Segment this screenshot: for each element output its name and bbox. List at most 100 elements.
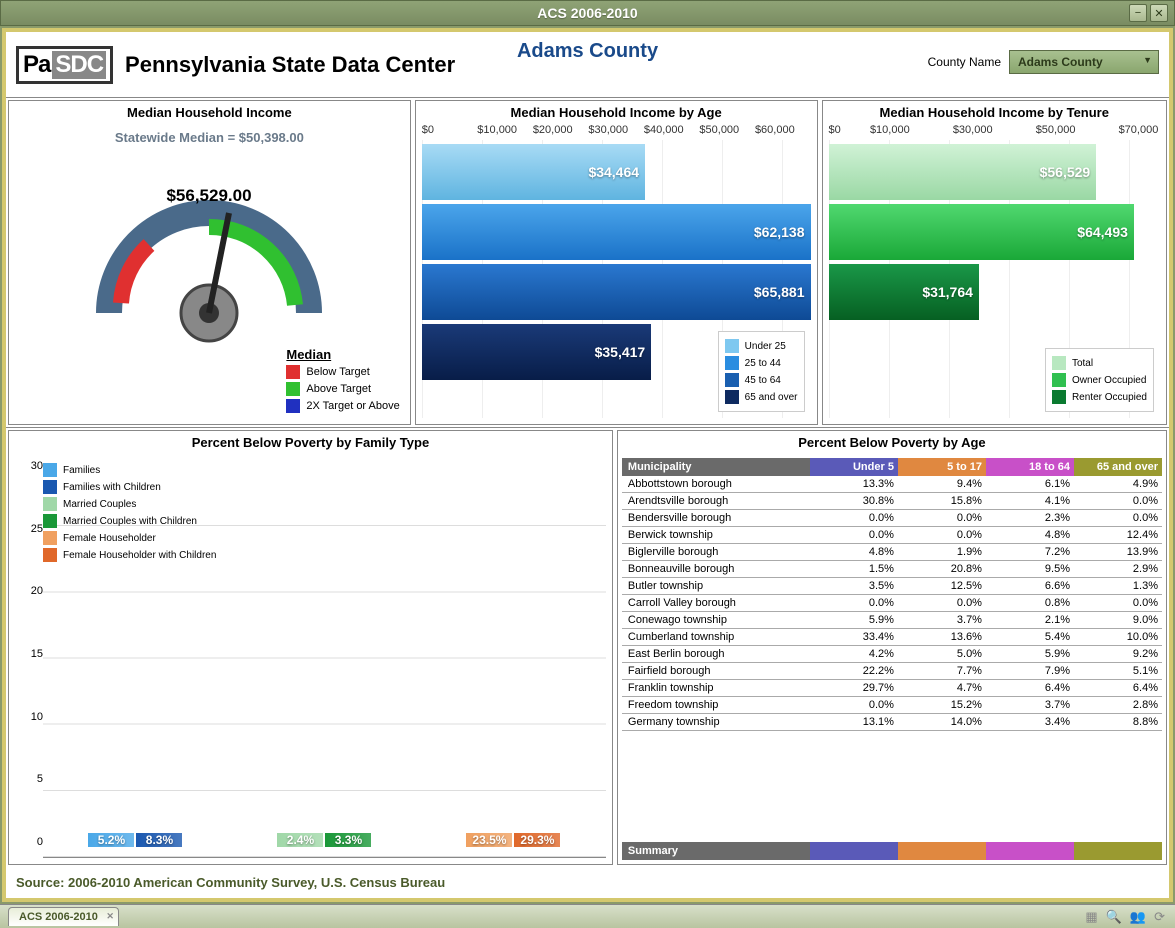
value-cell: 0.0% (810, 697, 898, 713)
legend-swatch (43, 514, 57, 528)
vbar-group: 23.5%29.3% (429, 833, 598, 847)
hbar-fill: $34,464 (422, 144, 645, 200)
age-chart-legend: Under 2525 to 4445 to 6465 and over (718, 331, 805, 412)
legend-label: Families with Children (63, 482, 161, 493)
table-row[interactable]: Germany township13.1%14.0%3.4%8.8% (622, 714, 1162, 731)
muni-cell: Bendersville borough (622, 510, 810, 526)
tick-label: $0 (422, 124, 478, 136)
hbar-fill: $62,138 (422, 204, 811, 260)
value-cell: 3.5% (810, 578, 898, 594)
table-header-cell[interactable]: 65 and over (1074, 458, 1162, 476)
legend-item: 2X Target or Above (286, 399, 399, 413)
legend-item: 25 to 44 (725, 356, 798, 370)
footer-tab[interactable]: ACS 2006-2010 ✕ (8, 907, 119, 926)
footer-tab-label: ACS 2006-2010 (19, 911, 98, 923)
legend-swatch (725, 390, 739, 404)
tick-label: $60,000 (755, 124, 811, 136)
window-buttons: − ✕ (1129, 4, 1168, 22)
search-icon[interactable]: 🔍 (1106, 909, 1122, 925)
table-row[interactable]: Fairfield borough22.2%7.7%7.9%5.1% (622, 663, 1162, 680)
table-row[interactable]: Freedom township0.0%15.2%3.7%2.8% (622, 697, 1162, 714)
refresh-icon[interactable]: ⟳ (1154, 909, 1165, 925)
table-row[interactable]: Bendersville borough0.0%0.0%2.3%0.0% (622, 510, 1162, 527)
hbar-fill: $56,529 (829, 144, 1097, 200)
legend-swatch (43, 497, 57, 511)
legend-label: Female Householder (63, 533, 156, 544)
tenure-chart-ticks: $0$10,000$30,000$50,000$70,000 (829, 124, 1161, 136)
poverty-table-scroll[interactable]: Abbottstown borough13.3%9.4%6.1%4.9%Aren… (622, 476, 1162, 842)
gauge-card: Median Household Income Statewide Median… (8, 100, 411, 425)
table-header-cell[interactable]: 5 to 17 (898, 458, 986, 476)
vbar-group: 5.2%8.3% (51, 833, 220, 847)
value-cell: 33.4% (810, 629, 898, 645)
table-row[interactable]: East Berlin borough4.2%5.0%5.9%9.2% (622, 646, 1162, 663)
vbar-group: 2.4%3.3% (240, 833, 409, 847)
legend-item: Married Couples with Children (43, 514, 216, 528)
legend-label: Renter Occupied (1072, 392, 1147, 403)
charts-row-1: Median Household Income Statewide Median… (6, 98, 1169, 428)
table-row[interactable]: Bonneauville borough1.5%20.8%9.5%2.9% (622, 561, 1162, 578)
minimize-button[interactable]: − (1129, 4, 1147, 22)
value-cell: 4.8% (986, 527, 1074, 543)
legend-swatch (43, 480, 57, 494)
legend-item: Above Target (286, 382, 399, 396)
value-cell: 4.9% (1074, 476, 1162, 492)
gauge-svg: $56,529.00 (69, 153, 349, 353)
table-row[interactable]: Carroll Valley borough0.0%0.0%0.8%0.0% (622, 595, 1162, 612)
age-chart-card: Median Household Income by Age $0$10,000… (415, 100, 818, 425)
legend-swatch (286, 365, 300, 379)
table-row[interactable]: Berwick township0.0%0.0%4.8%12.4% (622, 527, 1162, 544)
value-cell: 1.9% (898, 544, 986, 560)
value-cell: 8.8% (1074, 714, 1162, 730)
legend-swatch (1052, 356, 1066, 370)
tick-label: $20,000 (533, 124, 589, 136)
legend-swatch (725, 373, 739, 387)
table-row[interactable]: Franklin township29.7%4.7%6.4%6.4% (622, 680, 1162, 697)
tenure-chart-card: Median Household Income by Tenure $0$10,… (822, 100, 1168, 425)
ytick-label: 15 (15, 648, 43, 660)
family-chart: 302520151050 5.2%8.3%2.4%3.3%23.5%29.3% … (9, 454, 612, 864)
titlebar: ACS 2006-2010 − ✕ (0, 0, 1175, 26)
value-cell: 0.0% (1074, 595, 1162, 611)
value-cell: 22.2% (810, 663, 898, 679)
county-dropdown[interactable]: Adams County (1009, 50, 1159, 74)
logo-box: Pa SDC (16, 46, 113, 84)
people-icon[interactable]: 👥 (1130, 909, 1146, 925)
ytick-label: 10 (15, 711, 43, 723)
tenure-chart-legend: TotalOwner OccupiedRenter Occupied (1045, 348, 1154, 412)
vbar: 3.3% (325, 833, 371, 847)
table-row[interactable]: Cumberland township33.4%13.6%5.4%10.0% (622, 629, 1162, 646)
muni-cell: Freedom township (622, 697, 810, 713)
close-icon[interactable]: ✕ (106, 911, 114, 922)
summary-cell (898, 842, 986, 860)
legend-item: Female Householder with Children (43, 548, 216, 562)
hbar-row: $34,464 (422, 144, 811, 200)
hbar-row: $62,138 (422, 204, 811, 260)
table-row[interactable]: Conewago township5.9%3.7%2.1%9.0% (622, 612, 1162, 629)
legend-swatch (1052, 373, 1066, 387)
muni-cell: Biglerville borough (622, 544, 810, 560)
table-row[interactable]: Arendtsville borough30.8%15.8%4.1%0.0% (622, 493, 1162, 510)
table-header-cell[interactable]: Municipality (622, 458, 810, 476)
value-cell: 0.0% (1074, 510, 1162, 526)
close-button[interactable]: ✕ (1150, 4, 1168, 22)
table-row[interactable]: Abbottstown borough13.3%9.4%6.1%4.9% (622, 476, 1162, 493)
muni-cell: Fairfield borough (622, 663, 810, 679)
legend-swatch (286, 399, 300, 413)
value-cell: 0.0% (810, 527, 898, 543)
value-cell: 3.7% (986, 697, 1074, 713)
family-chart-yaxis: 302520151050 (15, 460, 43, 858)
grid-icon[interactable]: ▦ (1085, 909, 1097, 925)
legend-item: Total (1052, 356, 1147, 370)
table-header-cell[interactable]: 18 to 64 (986, 458, 1074, 476)
table-row[interactable]: Butler township3.5%12.5%6.6%1.3% (622, 578, 1162, 595)
content-area: Pa SDC Pennsylvania State Data Center Ad… (2, 28, 1173, 902)
app-window: ACS 2006-2010 − ✕ Pa SDC Pennsylvania St… (0, 0, 1175, 928)
table-row[interactable]: Biglerville borough4.8%1.9%7.2%13.9% (622, 544, 1162, 561)
footer-icons: ▦ 🔍 👥 ⟳ (1085, 909, 1165, 925)
table-header-cell[interactable]: Under 5 (810, 458, 898, 476)
value-cell: 2.8% (1074, 697, 1162, 713)
ytick-label: 30 (15, 460, 43, 472)
header: Pa SDC Pennsylvania State Data Center Ad… (6, 32, 1169, 98)
tick-label: $10,000 (870, 124, 911, 136)
